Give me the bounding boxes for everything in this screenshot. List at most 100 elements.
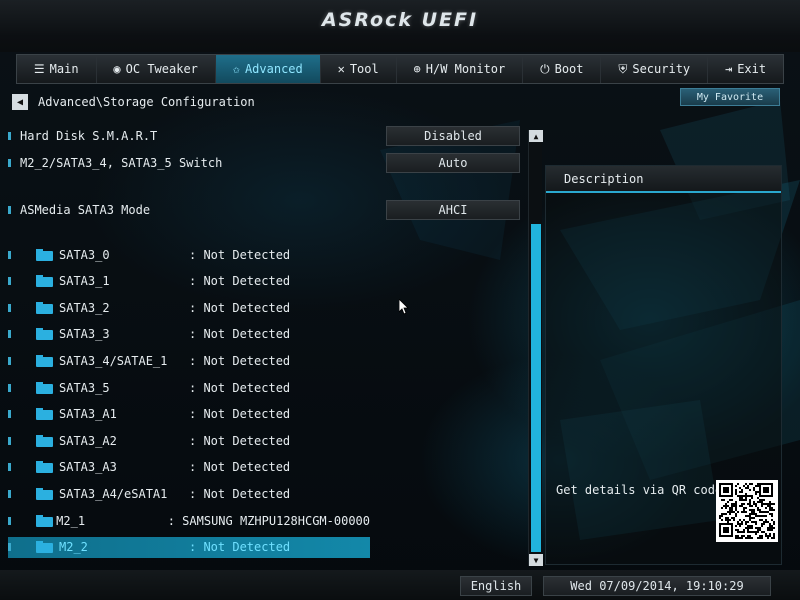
row-bullet — [8, 303, 11, 312]
menu-tab-label: Advanced — [244, 62, 303, 76]
menu-tab-boot[interactable]: ⏻ Boot — [523, 55, 602, 83]
menu-tab-oc-tweaker[interactable]: ◉ OC Tweaker — [97, 55, 216, 83]
folder-icon — [36, 354, 53, 367]
device-name: SATA3_2 — [59, 300, 110, 315]
device-name: SATA3_A3 — [59, 460, 117, 475]
setting-row[interactable]: Hard Disk S.M.A.R.T Disabled — [8, 126, 520, 146]
folder-icon — [35, 514, 53, 527]
device-row[interactable]: SATA3_2 : Not Detected — [8, 297, 370, 318]
device-status: : Not Detected — [189, 486, 291, 501]
scrollbar-thumb[interactable] — [531, 224, 541, 552]
row-bullet — [8, 543, 11, 552]
device-status: : Not Detected — [189, 380, 291, 395]
my-favorite-button[interactable]: My Favorite — [680, 88, 780, 106]
device-row[interactable]: M2_1 : SAMSUNG MZHPU128HCGM-00000 — [8, 510, 370, 531]
row-bullet — [8, 489, 11, 498]
list-scrollbar[interactable]: ▲ ▼ — [528, 130, 543, 566]
gauge-icon: ◉ — [113, 62, 121, 76]
row-bullet — [8, 436, 11, 445]
device-row[interactable]: SATA3_0 : Not Detected — [8, 244, 370, 265]
device-row[interactable]: SATA3_A2 : Not Detected — [8, 430, 370, 451]
list-icon: ☰ — [33, 62, 45, 76]
menu-tab-security[interactable]: ⛨ Security — [601, 55, 709, 83]
tools-icon: ✕ — [337, 62, 345, 76]
setting-row[interactable]: M2_2/SATA3_4, SATA3_5 Switch Auto — [8, 153, 520, 173]
device-row[interactable]: SATA3_A4/eSATA1: Not Detected — [8, 483, 370, 504]
shield-icon: ⛨ — [618, 61, 628, 76]
menu-tab-label: Boot — [554, 62, 584, 76]
menu-tab-advanced[interactable]: ✩ Advanced — [215, 55, 321, 83]
device-status: : SAMSUNG MZHPU128HCGM-00000 — [167, 513, 371, 528]
qr-code-caption: Get details via QR code — [556, 483, 723, 497]
main-menu-bar: ☰ Main ◉ OC Tweaker ✩ Advanced ✕ Tool ⊕ H/W Monit… — [16, 54, 784, 84]
device-status: : Not Detected — [189, 540, 291, 555]
row-bullet — [8, 132, 11, 140]
folder-icon — [36, 541, 53, 554]
device-status: : Not Detected — [189, 247, 291, 262]
breadcrumb-path: Advanced\Storage Configuration — [38, 95, 255, 109]
breadcrumb: ◀ Advanced\Storage Configuration — [12, 94, 255, 110]
folder-icon — [36, 275, 53, 288]
menu-tab-label: Tool — [349, 62, 379, 76]
device-status: : Not Detected — [189, 327, 291, 342]
device-status: : Not Detected — [189, 407, 291, 422]
device-name: SATA3_0 — [59, 247, 110, 262]
row-bullet — [8, 410, 11, 419]
row-bullet — [8, 383, 11, 392]
menu-tab-h-w-monitor[interactable]: ⊕ H/W Monitor — [397, 55, 524, 83]
power-icon: ⏻ — [540, 61, 550, 76]
menu-tab-label: Exit — [737, 62, 767, 76]
menu-tab-label: OC Tweaker — [125, 62, 198, 76]
star-icon: ✩ — [232, 62, 240, 76]
row-bullet — [8, 159, 11, 167]
scroll-down-button[interactable]: ▼ — [529, 554, 543, 566]
setting-row[interactable]: ASMedia SATA3 Mode AHCI — [8, 200, 520, 220]
header-bar: ASRock UEFI — [0, 0, 800, 52]
back-arrow-icon: ◀ — [16, 96, 24, 108]
device-status: : Not Detected — [189, 353, 291, 368]
monitor-icon: ⊕ — [413, 62, 421, 76]
device-name: SATA3_A1 — [59, 407, 117, 422]
row-bullet — [8, 463, 11, 472]
device-name: SATA3_5 — [59, 380, 110, 395]
device-name: SATA3_4/SATAE_1 — [59, 353, 168, 368]
language-button[interactable]: English — [460, 576, 532, 596]
menu-tab-main[interactable]: ☰ Main — [17, 55, 97, 83]
menu-tab-exit[interactable]: ⇥ Exit — [708, 55, 783, 83]
row-bullet — [8, 356, 11, 365]
device-name: M2_1 — [56, 513, 86, 528]
qr-code-image — [716, 480, 778, 542]
scroll-up-button[interactable]: ▲ — [529, 130, 543, 142]
device-name: M2_2 — [59, 540, 88, 555]
device-row[interactable]: SATA3_4/SATAE_1 : Not Detected — [8, 350, 370, 371]
device-row[interactable]: SATA3_A1 : Not Detected — [8, 404, 370, 425]
folder-icon — [36, 301, 53, 314]
device-row[interactable]: M2_2 : Not Detected — [8, 536, 370, 558]
setting-value-dropdown[interactable]: AHCI — [386, 200, 520, 220]
setting-value-dropdown[interactable]: Auto — [386, 153, 520, 173]
device-status: : Not Detected — [189, 274, 291, 289]
device-name: SATA3_1 — [59, 274, 110, 289]
device-name: SATA3_3 — [59, 327, 110, 342]
setting-value-dropdown[interactable]: Disabled — [386, 126, 520, 146]
device-name: SATA3_A2 — [59, 433, 117, 448]
back-button[interactable]: ◀ — [12, 94, 28, 110]
menu-tab-tool[interactable]: ✕ Tool — [321, 55, 397, 83]
device-row[interactable]: SATA3_1 : Not Detected — [8, 271, 370, 292]
row-bullet — [8, 277, 11, 286]
asrock-uefi-logo: ASRock UEFI — [321, 9, 479, 31]
device-row[interactable]: SATA3_5 : Not Detected — [8, 377, 370, 398]
menu-tab-label: Main — [49, 62, 79, 76]
device-status: : Not Detected — [189, 433, 291, 448]
description-title: Description — [546, 166, 781, 193]
row-bullet — [8, 206, 11, 214]
triangle-up-icon: ▲ — [533, 131, 539, 141]
device-status: : Not Detected — [189, 300, 291, 315]
folder-icon — [36, 461, 53, 474]
device-row[interactable]: SATA3_3 : Not Detected — [8, 324, 370, 345]
device-row[interactable]: SATA3_A3: Not Detected — [8, 457, 370, 478]
menu-tab-label: Security — [632, 62, 691, 76]
folder-icon — [36, 381, 53, 394]
description-panel: Description Get details via QR code — [545, 165, 782, 565]
folder-icon — [36, 248, 53, 261]
